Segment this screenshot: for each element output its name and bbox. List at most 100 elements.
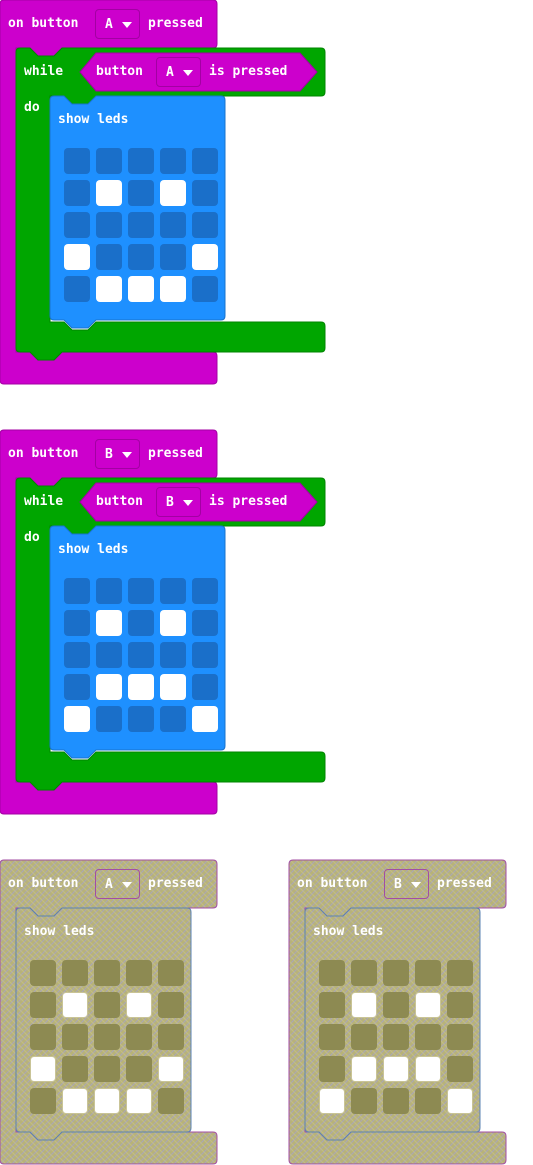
- led-off[interactable]: [126, 1024, 152, 1050]
- led-off[interactable]: [447, 960, 473, 986]
- led-on[interactable]: [64, 244, 90, 270]
- led-off[interactable]: [160, 244, 186, 270]
- led-off[interactable]: [383, 992, 409, 1018]
- led-off[interactable]: [126, 960, 152, 986]
- led-off[interactable]: [94, 992, 120, 1018]
- led-on[interactable]: [415, 1056, 441, 1082]
- led-off[interactable]: [160, 642, 186, 668]
- button-dropdown[interactable]: B: [95, 439, 140, 469]
- led-off[interactable]: [383, 1088, 409, 1114]
- led-off[interactable]: [64, 148, 90, 174]
- led-off[interactable]: [160, 578, 186, 604]
- led-off[interactable]: [128, 148, 154, 174]
- button-dropdown[interactable]: A: [95, 9, 140, 39]
- led-on[interactable]: [64, 706, 90, 732]
- led-off[interactable]: [192, 642, 218, 668]
- led-off[interactable]: [94, 1024, 120, 1050]
- led-off[interactable]: [319, 992, 345, 1018]
- led-off[interactable]: [447, 1056, 473, 1082]
- led-on[interactable]: [415, 992, 441, 1018]
- led-on[interactable]: [192, 244, 218, 270]
- led-off[interactable]: [30, 1088, 56, 1114]
- led-off[interactable]: [64, 674, 90, 700]
- led-off[interactable]: [94, 1056, 120, 1082]
- led-off[interactable]: [64, 212, 90, 238]
- led-off[interactable]: [128, 578, 154, 604]
- led-off[interactable]: [319, 1024, 345, 1050]
- led-off[interactable]: [447, 1024, 473, 1050]
- led-off[interactable]: [158, 1024, 184, 1050]
- led-on[interactable]: [158, 1056, 184, 1082]
- led-off[interactable]: [160, 212, 186, 238]
- led-off[interactable]: [96, 706, 122, 732]
- led-off[interactable]: [96, 148, 122, 174]
- led-off[interactable]: [64, 578, 90, 604]
- led-on[interactable]: [128, 276, 154, 302]
- led-on[interactable]: [126, 1088, 152, 1114]
- led-off[interactable]: [447, 992, 473, 1018]
- led-off[interactable]: [319, 1056, 345, 1082]
- led-off[interactable]: [351, 960, 377, 986]
- button-dropdown[interactable]: A: [95, 869, 140, 899]
- led-on[interactable]: [126, 992, 152, 1018]
- led-on[interactable]: [96, 610, 122, 636]
- led-off[interactable]: [192, 578, 218, 604]
- led-off[interactable]: [192, 674, 218, 700]
- led-off[interactable]: [64, 610, 90, 636]
- led-off[interactable]: [128, 642, 154, 668]
- led-on[interactable]: [319, 1088, 345, 1114]
- led-off[interactable]: [192, 180, 218, 206]
- button-dropdown[interactable]: B: [384, 869, 429, 899]
- led-off[interactable]: [30, 960, 56, 986]
- led-on[interactable]: [447, 1088, 473, 1114]
- led-off[interactable]: [128, 706, 154, 732]
- led-off[interactable]: [96, 244, 122, 270]
- led-off[interactable]: [158, 960, 184, 986]
- led-off[interactable]: [319, 960, 345, 986]
- led-on[interactable]: [160, 276, 186, 302]
- led-on[interactable]: [351, 992, 377, 1018]
- led-off[interactable]: [30, 1024, 56, 1050]
- led-off[interactable]: [126, 1056, 152, 1082]
- led-off[interactable]: [128, 212, 154, 238]
- led-off[interactable]: [192, 148, 218, 174]
- led-on[interactable]: [383, 1056, 409, 1082]
- led-off[interactable]: [128, 610, 154, 636]
- led-off[interactable]: [94, 960, 120, 986]
- led-on[interactable]: [96, 276, 122, 302]
- led-on[interactable]: [96, 674, 122, 700]
- led-off[interactable]: [128, 244, 154, 270]
- led-on[interactable]: [128, 674, 154, 700]
- led-off[interactable]: [415, 1024, 441, 1050]
- led-on[interactable]: [160, 674, 186, 700]
- led-off[interactable]: [415, 1088, 441, 1114]
- condition-button-dropdown[interactable]: B: [156, 487, 201, 517]
- led-off[interactable]: [192, 212, 218, 238]
- led-off[interactable]: [30, 992, 56, 1018]
- led-off[interactable]: [62, 1056, 88, 1082]
- led-off[interactable]: [64, 276, 90, 302]
- led-off[interactable]: [62, 1024, 88, 1050]
- led-on[interactable]: [30, 1056, 56, 1082]
- led-off[interactable]: [160, 706, 186, 732]
- led-off[interactable]: [64, 180, 90, 206]
- led-off[interactable]: [128, 180, 154, 206]
- led-off[interactable]: [351, 1024, 377, 1050]
- led-on[interactable]: [62, 992, 88, 1018]
- led-off[interactable]: [96, 212, 122, 238]
- led-off[interactable]: [383, 1024, 409, 1050]
- led-on[interactable]: [96, 180, 122, 206]
- led-on[interactable]: [160, 610, 186, 636]
- led-off[interactable]: [158, 1088, 184, 1114]
- led-off[interactable]: [351, 1088, 377, 1114]
- led-off[interactable]: [192, 276, 218, 302]
- led-off[interactable]: [62, 960, 88, 986]
- led-off[interactable]: [160, 148, 186, 174]
- led-off[interactable]: [96, 642, 122, 668]
- led-off[interactable]: [64, 642, 90, 668]
- led-off[interactable]: [192, 610, 218, 636]
- led-off[interactable]: [96, 578, 122, 604]
- led-on[interactable]: [62, 1088, 88, 1114]
- led-on[interactable]: [351, 1056, 377, 1082]
- led-off[interactable]: [158, 992, 184, 1018]
